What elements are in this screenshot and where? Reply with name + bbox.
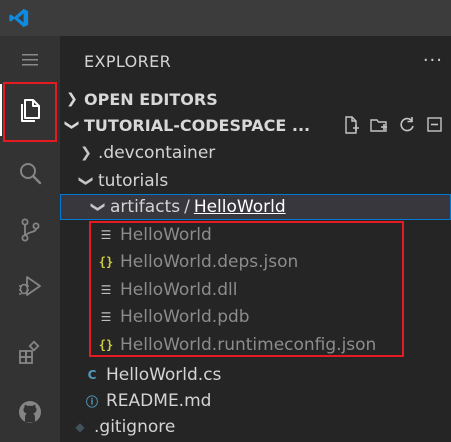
tree-item-artifacts-label[interactable]: artifacts <box>110 197 180 217</box>
explorer-title: EXPLORER <box>84 52 172 71</box>
section-workspace[interactable]: ❯ TUTORIAL-CODESPACE ... <box>60 112 451 138</box>
file-name: README.md <box>106 391 212 411</box>
csharp-icon: C <box>87 368 97 382</box>
collapse-all-icon[interactable] <box>425 115 445 135</box>
activity-bar <box>0 36 60 442</box>
file-helloworld-cs[interactable]: C HelloWorld.cs <box>60 362 451 388</box>
refresh-icon[interactable] <box>397 115 417 135</box>
activity-run-debug[interactable] <box>0 260 60 312</box>
title-bar <box>0 0 451 36</box>
info-icon: ⓘ <box>85 394 98 409</box>
chevron-down-icon: ❯ <box>64 119 80 131</box>
path-separator: / <box>184 197 190 217</box>
chevron-right-icon: ❯ <box>80 145 92 161</box>
tree-item-artifacts-helloworld[interactable]: ❯ artifacts / HelloWorld <box>60 194 451 220</box>
activity-source-control[interactable] <box>0 204 60 256</box>
tree-item-label: .devcontainer <box>98 143 216 163</box>
workspace-actions <box>341 112 445 138</box>
source-control-icon <box>21 218 40 242</box>
explorer-sidebar: EXPLORER ··· ❯ OPEN EDITORS ❯ TUTORIAL-C… <box>60 36 451 442</box>
github-icon <box>19 401 41 423</box>
tree-item-helloworld-label[interactable]: HelloWorld <box>194 197 286 217</box>
file-name: HelloWorld.cs <box>106 365 222 385</box>
more-actions-icon[interactable]: ··· <box>423 50 443 71</box>
activity-search[interactable] <box>0 148 60 200</box>
file-readme-md[interactable]: ⓘ README.md <box>60 388 451 414</box>
menu-icon <box>22 54 38 66</box>
highlight-box-explorer <box>3 82 57 142</box>
new-file-icon[interactable] <box>341 115 361 135</box>
section-open-editors[interactable]: ❯ OPEN EDITORS <box>60 86 451 112</box>
run-debug-icon <box>19 276 41 296</box>
new-folder-icon[interactable] <box>369 115 389 135</box>
section-open-editors-label: OPEN EDITORS <box>84 89 218 109</box>
section-workspace-label: TUTORIAL-CODESPACE ... <box>84 115 311 135</box>
file-gitignore[interactable]: ◆ .gitignore <box>60 414 451 440</box>
menu-button[interactable] <box>0 36 60 84</box>
chevron-down-icon: ❯ <box>90 201 106 213</box>
activity-github[interactable] <box>0 386 60 438</box>
git-icon: ◆ <box>75 420 85 434</box>
highlight-box-files <box>89 221 404 357</box>
tree-item-tutorials[interactable]: ❯ tutorials <box>60 168 451 194</box>
activity-extensions[interactable] <box>0 326 60 378</box>
chevron-down-icon: ❯ <box>78 175 94 187</box>
tree-item-devcontainer[interactable]: ❯ .devcontainer <box>60 140 451 166</box>
chevron-right-icon: ❯ <box>66 91 78 107</box>
vscode-logo-icon[interactable] <box>8 7 30 29</box>
search-icon <box>20 163 42 185</box>
extensions-icon <box>19 340 40 364</box>
file-name: .gitignore <box>94 417 176 437</box>
tree-item-label: tutorials <box>98 171 169 191</box>
